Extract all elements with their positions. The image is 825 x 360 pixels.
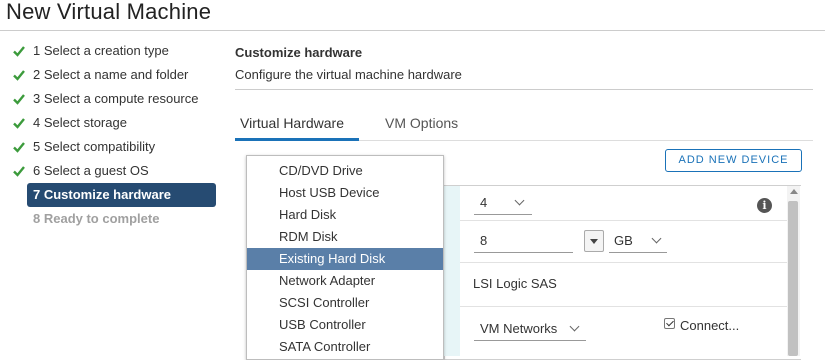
menu-item-hard-disk[interactable]: Hard Disk xyxy=(247,204,443,226)
add-device-menu: CD/DVD Drive Host USB Device Hard Disk R… xyxy=(246,155,444,360)
menu-item-host-usb-device[interactable]: Host USB Device xyxy=(247,182,443,204)
scroll-up-arrow-icon[interactable] xyxy=(790,189,798,194)
row-divider xyxy=(460,306,787,307)
active-tab-indicator xyxy=(235,138,359,141)
step-guest-os[interactable]: 6 Select a guest OS xyxy=(33,160,149,182)
step-compatibility[interactable]: 5 Select compatibility xyxy=(33,136,155,158)
step-storage[interactable]: 4 Select storage xyxy=(33,112,127,134)
info-icon[interactable]: i xyxy=(757,198,772,213)
step-ready-to-complete: 8 Ready to complete xyxy=(33,211,160,226)
menu-item-rdm-disk[interactable]: RDM Disk xyxy=(247,226,443,248)
row-divider xyxy=(460,220,787,221)
tab-vm-options[interactable]: VM Options xyxy=(385,115,458,131)
tab-virtual-hardware[interactable]: Virtual Hardware xyxy=(240,115,344,131)
row-divider xyxy=(460,262,787,263)
check-icon xyxy=(13,94,25,105)
add-new-device-button[interactable]: ADD NEW DEVICE xyxy=(665,149,802,172)
hardware-row-accent xyxy=(444,186,460,356)
memory-input-underline xyxy=(474,252,573,253)
memory-unit-select[interactable]: GB xyxy=(614,233,633,248)
section-title: Customize hardware xyxy=(235,45,363,60)
network-select[interactable]: VM Networks xyxy=(480,321,557,336)
menu-item-cd-dvd-drive[interactable]: CD/DVD Drive xyxy=(247,160,443,182)
step-name-folder[interactable]: 2 Select a name and folder xyxy=(33,64,188,86)
memory-spinner-button[interactable] xyxy=(584,230,604,252)
check-icon xyxy=(13,70,25,81)
step-compute-resource[interactable]: 3 Select a compute resource xyxy=(33,88,198,110)
scrollbar-thumb[interactable] xyxy=(788,201,798,356)
window-title: New Virtual Machine xyxy=(6,0,212,24)
menu-item-scsi-controller[interactable]: SCSI Controller xyxy=(247,292,443,314)
section-divider xyxy=(235,89,813,90)
connect-checkbox[interactable] xyxy=(664,318,675,329)
menu-item-usb-controller[interactable]: USB Controller xyxy=(247,314,443,336)
cpu-select[interactable]: 4 xyxy=(480,195,487,210)
step-customize-hardware[interactable]: 7 Customize hardware xyxy=(27,183,216,207)
check-icon xyxy=(13,118,25,129)
menu-item-existing-hard-disk[interactable]: Existing Hard Disk xyxy=(247,248,443,270)
title-divider xyxy=(0,30,825,31)
check-icon xyxy=(13,46,25,57)
step-creation-type[interactable]: 1 Select a creation type xyxy=(33,40,169,62)
check-icon xyxy=(13,166,25,177)
section-subtitle: Configure the virtual machine hardware xyxy=(235,67,462,82)
check-icon xyxy=(13,142,25,153)
scsi-controller-type: LSI Logic SAS xyxy=(473,276,557,291)
cpu-select-underline xyxy=(474,214,532,215)
memory-unit-underline xyxy=(609,252,667,253)
memory-input[interactable]: 8 xyxy=(480,233,487,248)
network-select-underline xyxy=(474,340,586,341)
connect-label: Connect... xyxy=(680,318,740,333)
menu-item-network-adapter[interactable]: Network Adapter xyxy=(247,270,443,292)
